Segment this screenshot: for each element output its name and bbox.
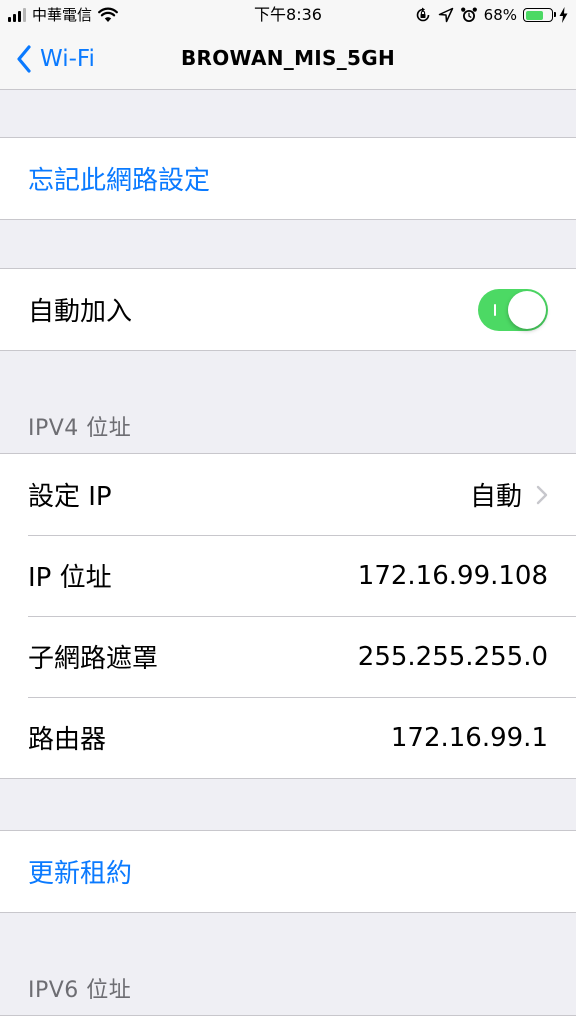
renew-lease-group: 更新租約 <box>0 830 576 913</box>
ipv4-section-header: IPV4 位址 <box>28 416 132 441</box>
auto-join-group: 自動加入 <box>0 268 576 351</box>
ipv6-section-header: IPV6 位址 <box>28 978 132 1003</box>
toggle-knob <box>508 290 546 329</box>
router-row: 路由器 172.16.99.1 <box>0 697 576 778</box>
router-value: 172.16.99.1 <box>390 722 548 753</box>
ip-address-row: IP 位址 172.16.99.108 <box>0 535 576 616</box>
ipv4-group: 設定 IP 自動 IP 位址 172.16.99.108 子網路遮罩 255.2… <box>0 453 576 779</box>
subnet-mask-value: 255.255.255.0 <box>357 641 548 672</box>
battery-cap <box>554 12 556 17</box>
subnet-mask-label: 子網路遮罩 <box>28 644 159 674</box>
forget-network-button[interactable]: 忘記此網路設定 <box>0 138 576 219</box>
navigation-bar: Wi-Fi BROWAN_MIS_5GH <box>0 30 576 90</box>
battery-icon <box>523 8 556 22</box>
page-title: BROWAN_MIS_5GH <box>180 46 396 70</box>
chevron-right-icon <box>536 485 548 504</box>
ip-address-value: 172.16.99.108 <box>357 560 548 591</box>
status-right: 68% <box>414 5 568 25</box>
forget-network-label: 忘記此網路設定 <box>28 166 211 196</box>
auto-join-row: 自動加入 <box>0 269 576 350</box>
charging-bolt-icon <box>559 7 568 23</box>
auto-join-toggle[interactable] <box>478 288 548 331</box>
location-icon <box>438 7 453 23</box>
ip-address-label: IP 位址 <box>28 563 112 593</box>
alarm-icon <box>460 7 477 22</box>
status-bar: 中華電信 下午8:36 68% <box>0 0 576 30</box>
renew-lease-label: 更新租約 <box>28 859 133 889</box>
orientation-lock-icon <box>416 7 429 22</box>
router-label: 路由器 <box>28 725 107 755</box>
battery-percentage: 68% <box>483 6 517 24</box>
configure-ip-label: 設定 IP <box>28 482 112 512</box>
toggle-on-indicator <box>494 303 496 316</box>
auto-join-label: 自動加入 <box>28 297 133 327</box>
configure-ip-row[interactable]: 設定 IP 自動 <box>0 454 576 535</box>
battery-level-fill <box>525 10 543 20</box>
forget-network-group: 忘記此網路設定 <box>0 137 576 220</box>
ipv6-group <box>0 1015 576 1036</box>
subnet-mask-row: 子網路遮罩 255.255.255.0 <box>0 616 576 697</box>
renew-lease-button[interactable]: 更新租約 <box>0 831 576 912</box>
configure-ip-value: 自動 <box>469 482 522 512</box>
